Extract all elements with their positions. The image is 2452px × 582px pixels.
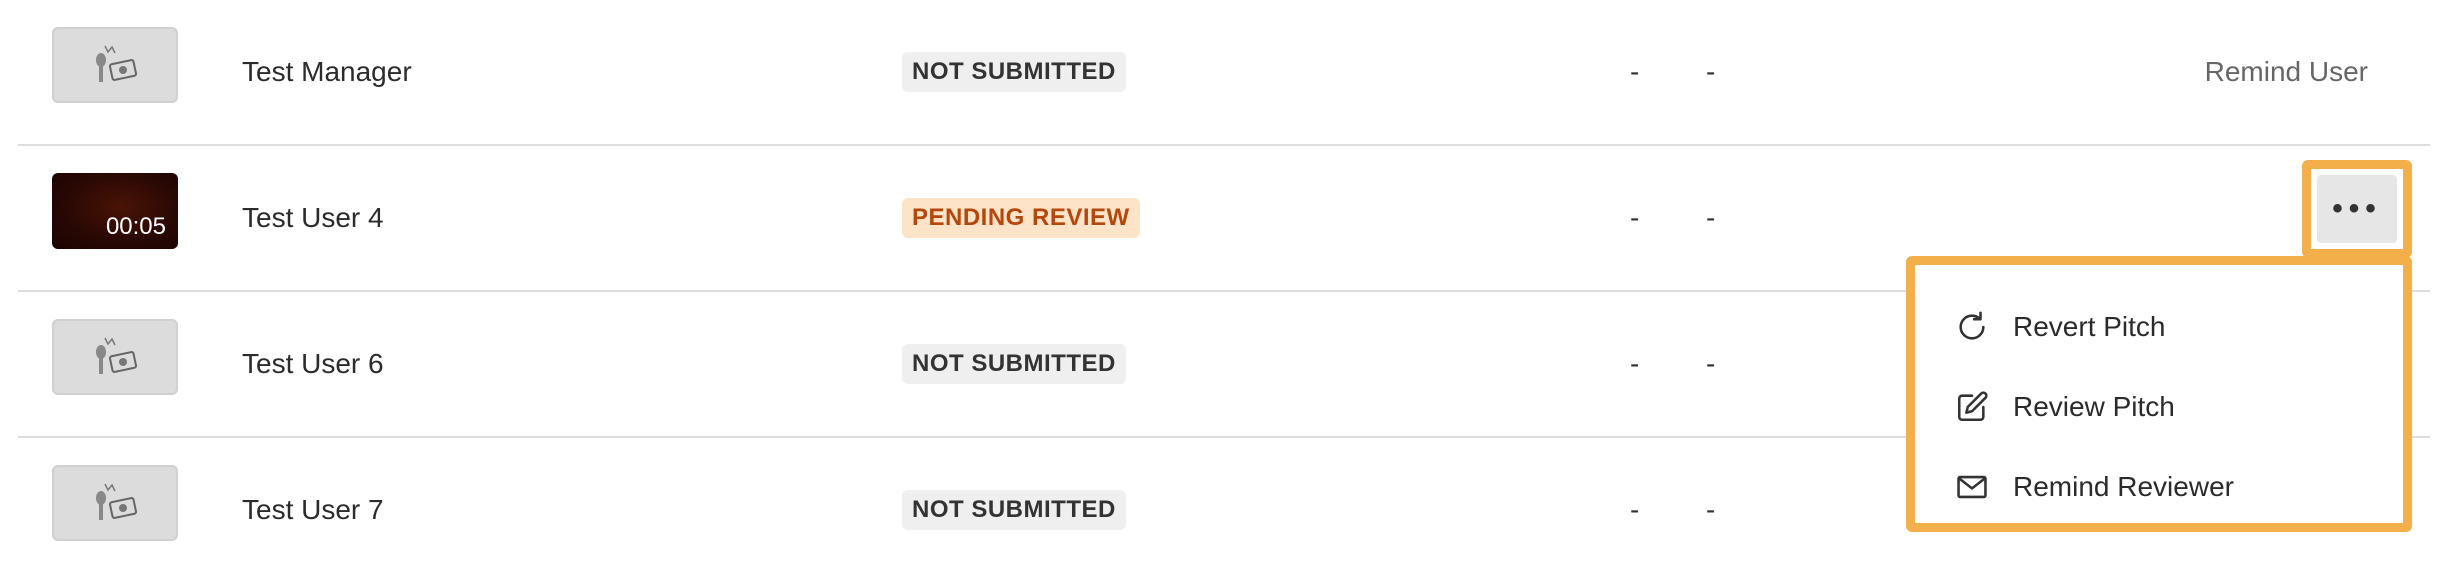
menu-item-remind-reviewer[interactable]: Remind Reviewer [1915,447,2403,527]
status-badge: NOT SUBMITTED [902,52,1126,92]
menu-item-label: Revert Pitch [2013,311,2166,342]
rotate-icon [1959,311,1985,340]
cell-value: - [1630,56,1640,87]
menu-item-revert-pitch[interactable]: Revert Pitch [1915,287,2403,367]
cell-value: - [1630,494,1640,525]
menu-item-review-pitch[interactable]: Review Pitch [1915,367,2403,447]
cell-value: - [1630,348,1640,379]
status-badge: NOT SUBMITTED [902,344,1126,384]
user-name: Test User 7 [242,494,384,525]
mail-icon [1957,475,1987,499]
more-actions-button[interactable]: ••• [2302,160,2412,258]
microphone-icon [96,45,138,82]
user-name: Test User 6 [242,348,384,379]
menu-item-label: Review Pitch [2013,391,2175,422]
user-name: Test User 4 [242,202,384,233]
audio-placeholder-thumbnail[interactable] [52,319,178,395]
cell-value: - [1706,202,1716,233]
cell-value: - [1706,348,1716,379]
menu-item-label: Remind Reviewer [2013,471,2234,502]
microphone-icon [96,337,138,374]
microphone-icon [96,483,138,520]
cell-value: - [1706,494,1716,525]
more-horizontal-icon: ••• [2317,175,2397,243]
audio-placeholder-thumbnail[interactable] [52,465,178,541]
audio-placeholder-thumbnail[interactable] [52,27,178,103]
status-badge: PENDING REVIEW [902,198,1140,238]
edit-icon [1957,391,1988,422]
remind-user-link[interactable]: Remind User [2205,56,2368,88]
actions-dropdown-menu: Revert Pitch Review Pitch Remind Reviewe… [1906,256,2412,532]
user-name: Test Manager [242,56,412,87]
video-duration: 00:05 [105,213,166,240]
table-row: Test Manager NOT SUBMITTED - - Remind Us… [18,0,2430,146]
status-badge: NOT SUBMITTED [902,490,1126,530]
cell-value: - [1706,56,1716,87]
video-thumbnail[interactable]: 00:05 [52,173,178,249]
cell-value: - [1630,202,1640,233]
